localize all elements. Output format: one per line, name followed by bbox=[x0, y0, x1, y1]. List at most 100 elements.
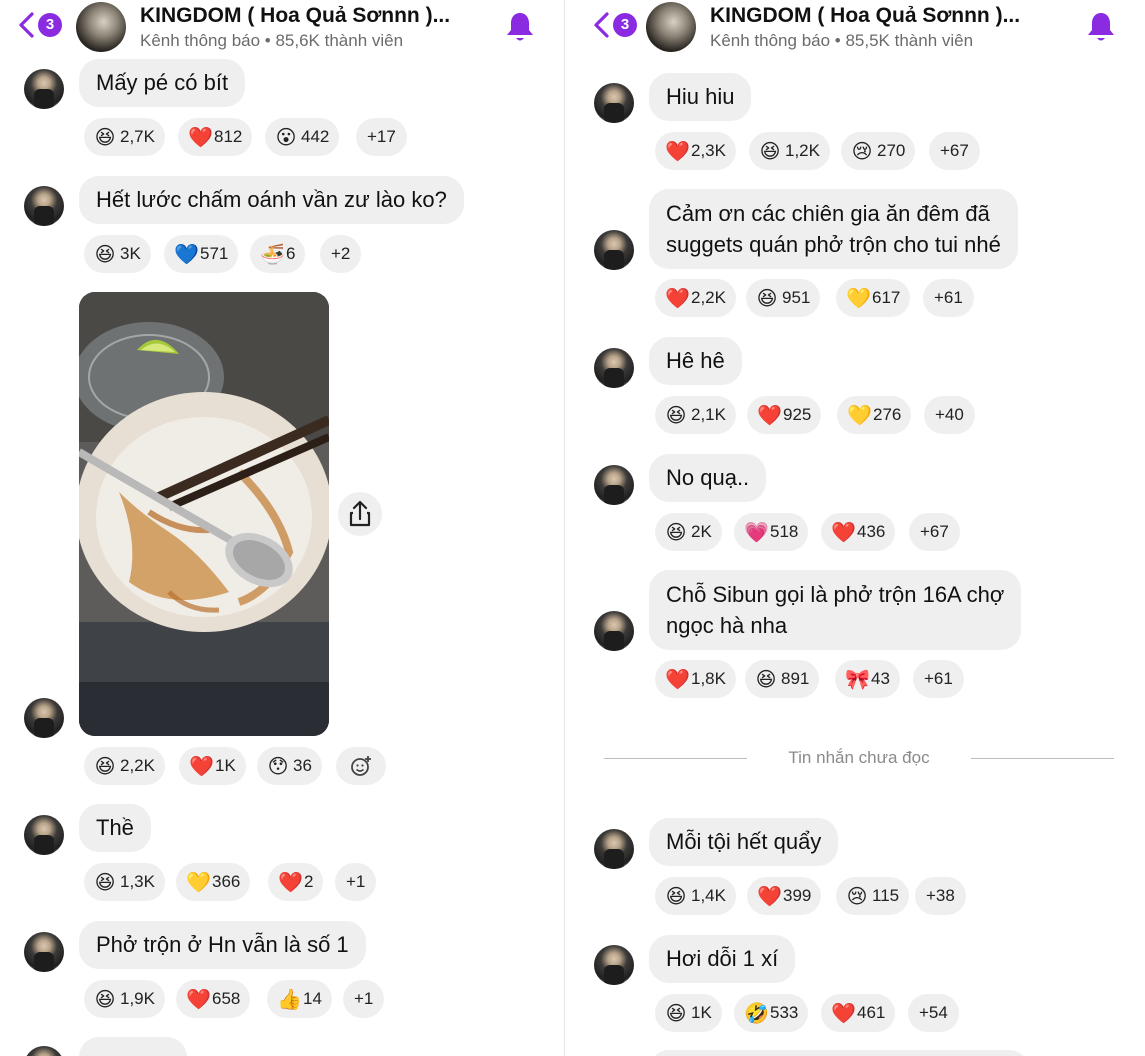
pink-heart-emoji-icon: 💗 bbox=[744, 521, 769, 544]
reaction-laugh[interactable]: 😆 1,9K bbox=[84, 980, 165, 1018]
sender-avatar[interactable] bbox=[594, 348, 634, 388]
reaction-pink-heart[interactable]: 💗 518 bbox=[734, 513, 809, 551]
sender-avatar[interactable] bbox=[594, 945, 634, 985]
reaction-more[interactable]: +67 bbox=[909, 513, 960, 551]
reaction-heart[interactable]: ❤️ 399 bbox=[747, 877, 822, 915]
reaction-heart[interactable]: ❤️ 1,8K bbox=[655, 660, 736, 698]
reaction-laugh[interactable]: 😆 1,4K bbox=[655, 877, 736, 915]
channel-title[interactable]: KINGDOM ( Hoa Quả Sơnnn )... bbox=[140, 4, 450, 28]
reaction-rofl[interactable]: 🤣 533 bbox=[734, 994, 809, 1032]
sender-avatar[interactable] bbox=[24, 1046, 64, 1056]
sender-avatar[interactable] bbox=[24, 69, 64, 109]
reaction-heart[interactable]: ❤️ 436 bbox=[821, 513, 896, 551]
share-button[interactable] bbox=[338, 492, 382, 536]
message-line: Cảm ơn các chiên gia ăn đêm đã bbox=[666, 201, 990, 226]
yellow-heart-emoji-icon: 💛 bbox=[186, 871, 211, 894]
food-photo[interactable] bbox=[79, 292, 329, 736]
bell-icon[interactable] bbox=[504, 10, 536, 44]
noodle-emoji-icon: 🍜 bbox=[260, 243, 285, 266]
reaction-heart[interactable]: ❤️ 2,3K bbox=[655, 132, 736, 170]
bell-icon[interactable] bbox=[1085, 10, 1117, 44]
message-bubble[interactable]: No quạ.. bbox=[649, 454, 767, 502]
chat-panel-left: 3 KINGDOM ( Hoa Quả Sơnnn )... Kênh thôn… bbox=[0, 0, 565, 1056]
reaction-heart[interactable]: ❤️ 925 bbox=[747, 396, 822, 434]
back-button[interactable]: 3 bbox=[591, 10, 643, 40]
sender-avatar[interactable] bbox=[594, 83, 634, 123]
reaction-more[interactable]: +67 bbox=[929, 132, 980, 170]
reaction-hush[interactable]: 😯 36 bbox=[257, 747, 322, 785]
message-bubble[interactable]: Hiu hiu bbox=[649, 73, 752, 121]
sender-avatar[interactable] bbox=[24, 698, 64, 738]
laugh-emoji-icon: 😆 bbox=[94, 871, 116, 894]
reaction-more[interactable]: +38 bbox=[915, 877, 966, 915]
reaction-more[interactable]: +40 bbox=[924, 396, 975, 434]
reaction-more[interactable]: +1 bbox=[335, 863, 377, 901]
message-bubble[interactable]: Mấy pé có bít bbox=[79, 59, 246, 107]
message-bubble[interactable]: Phở trộn ở Hn vẫn là số 1 bbox=[79, 921, 366, 969]
sender-avatar[interactable] bbox=[594, 829, 634, 869]
reaction-heart[interactable]: ❤️ 461 bbox=[821, 994, 896, 1032]
back-button[interactable]: 3 bbox=[16, 10, 68, 40]
reaction-heart[interactable]: ❤️ 658 bbox=[176, 980, 251, 1018]
reaction-laugh[interactable]: 😆 2,2K bbox=[84, 747, 165, 785]
reaction-laugh[interactable]: 😆 2,1K bbox=[655, 396, 736, 434]
channel-avatar[interactable] bbox=[646, 2, 696, 52]
heart-emoji-icon: ❤️ bbox=[665, 140, 690, 163]
reaction-laugh[interactable]: 😆 3K bbox=[84, 235, 151, 273]
reaction-heart[interactable]: ❤️ 2 bbox=[268, 863, 324, 901]
reaction-more[interactable]: +1 bbox=[343, 980, 385, 1018]
reaction-more[interactable]: +61 bbox=[923, 279, 974, 317]
sender-avatar[interactable] bbox=[24, 186, 64, 226]
message-bubble[interactable]: Mỗi tội hết quẩy bbox=[649, 818, 839, 866]
channel-title[interactable]: KINGDOM ( Hoa Quả Sơnnn )... bbox=[710, 4, 1020, 28]
channel-header: 3 KINGDOM ( Hoa Quả Sơnnn )... Kênh thôn… bbox=[0, 0, 564, 58]
channel-avatar[interactable] bbox=[76, 2, 126, 52]
sender-avatar[interactable] bbox=[594, 465, 634, 505]
reaction-laugh[interactable]: 😆 891 bbox=[745, 660, 820, 698]
message-bubble-partial[interactable] bbox=[79, 1037, 187, 1056]
message-bubble[interactable]: Cảm ơn các chiên gia ăn đêm đã suggets q… bbox=[649, 189, 1018, 269]
sender-avatar[interactable] bbox=[24, 815, 64, 855]
sender-avatar[interactable] bbox=[594, 611, 634, 651]
reaction-more[interactable]: +54 bbox=[908, 994, 959, 1032]
reaction-laugh[interactable]: 😆 951 bbox=[746, 279, 821, 317]
reaction-noodle[interactable]: 🍜 6 bbox=[250, 235, 306, 273]
reaction-bar: 😆 1,4K ❤️ 399 😢 115 +38 bbox=[655, 877, 985, 915]
reaction-laugh[interactable]: 😆 1,3K bbox=[84, 863, 165, 901]
reaction-laugh[interactable]: 😆 2,7K bbox=[84, 118, 165, 156]
reaction-laugh[interactable]: 😆 1,2K bbox=[749, 132, 830, 170]
message-bubble[interactable]: Chỗ Sibun gọi là phở trộn 16A chợ ngọc h… bbox=[649, 570, 1022, 650]
message-bubble[interactable]: Thề bbox=[79, 804, 151, 852]
reaction-ribbon[interactable]: 🎀 43 bbox=[835, 660, 900, 698]
reaction-laugh[interactable]: 😆 1K bbox=[655, 994, 722, 1032]
reaction-cry[interactable]: 😢 270 bbox=[841, 132, 916, 170]
reaction-cry[interactable]: 😢 115 bbox=[836, 877, 910, 915]
message-bubble[interactable]: Hết lước chấm oánh vần zư lào ko? bbox=[79, 176, 464, 224]
reaction-heart[interactable]: ❤️ 812 bbox=[178, 118, 253, 156]
reaction-more[interactable]: +2 bbox=[320, 235, 362, 273]
reaction-yellow-heart[interactable]: 💛 617 bbox=[836, 279, 911, 317]
heart-emoji-icon: ❤️ bbox=[665, 668, 690, 691]
message-bubble[interactable]: Hê hê bbox=[649, 337, 742, 385]
heart-emoji-icon: ❤️ bbox=[188, 126, 213, 149]
reaction-thumbs-up[interactable]: 👍 14 bbox=[267, 980, 332, 1018]
reaction-bar: ❤️ 2,2K 😆 951 💛 617 +61 bbox=[655, 279, 985, 317]
reaction-heart[interactable]: ❤️ 2,2K bbox=[655, 279, 736, 317]
sender-avatar[interactable] bbox=[24, 932, 64, 972]
reaction-more[interactable]: +17 bbox=[356, 118, 407, 156]
add-reaction-button[interactable] bbox=[336, 747, 386, 785]
reaction-yellow-heart[interactable]: 💛 366 bbox=[176, 863, 251, 901]
heart-emoji-icon: ❤️ bbox=[757, 404, 782, 427]
reaction-yellow-heart[interactable]: 💛 276 bbox=[837, 396, 912, 434]
unread-divider: Tin nhắn chưa đọc bbox=[604, 748, 1114, 770]
laugh-emoji-icon: 😆 bbox=[94, 988, 116, 1011]
reaction-laugh[interactable]: 😆 2K bbox=[655, 513, 722, 551]
laugh-emoji-icon: 😆 bbox=[665, 1002, 687, 1025]
heart-emoji-icon: ❤️ bbox=[831, 1002, 856, 1025]
reaction-blue-heart[interactable]: 💙 571 bbox=[164, 235, 239, 273]
reaction-heart[interactable]: ❤️ 1K bbox=[179, 747, 246, 785]
sender-avatar[interactable] bbox=[594, 230, 634, 270]
reaction-more[interactable]: +61 bbox=[913, 660, 964, 698]
message-bubble[interactable]: Hơi dỗi 1 xí bbox=[649, 935, 796, 983]
reaction-wow[interactable]: 😮 442 bbox=[265, 118, 340, 156]
